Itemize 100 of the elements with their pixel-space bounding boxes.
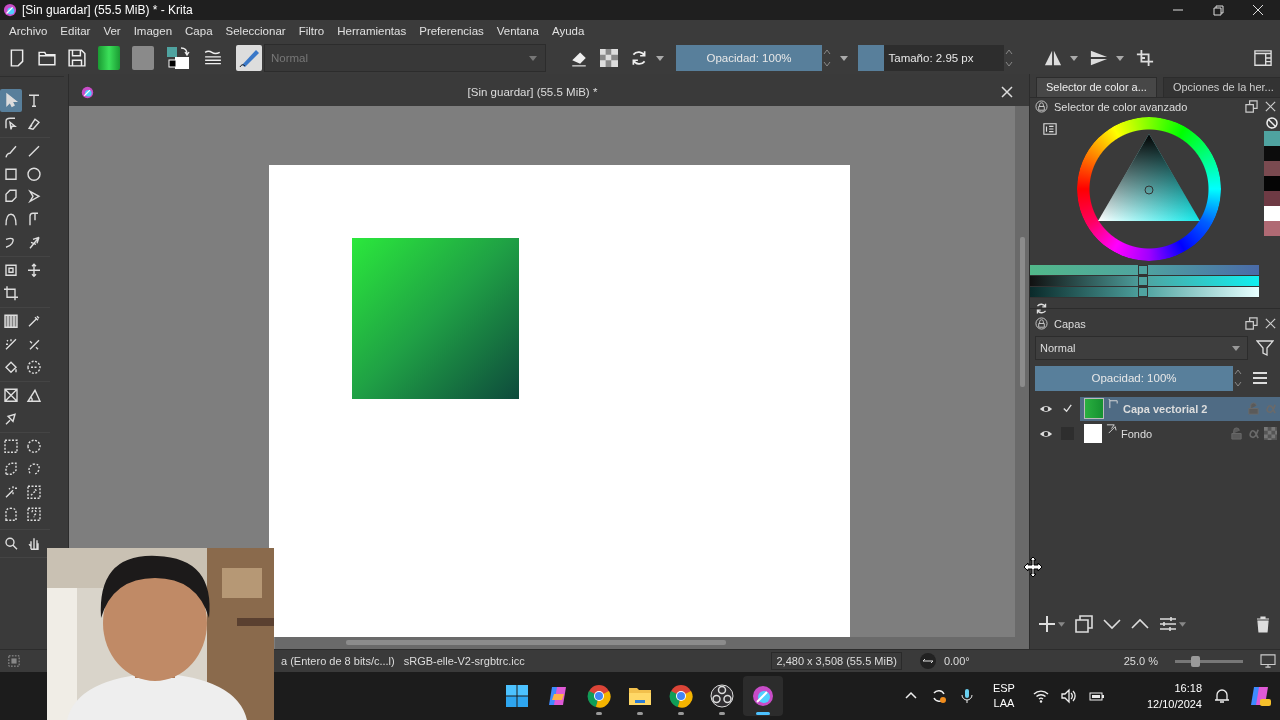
wrap-around-icon[interactable] [1136,49,1154,67]
color-slider[interactable] [1030,276,1259,287]
wifi-icon[interactable] [1032,688,1049,704]
float-icon[interactable] [1245,317,1258,330]
bell-icon[interactable] [1214,688,1230,704]
folder-icon[interactable] [38,49,56,67]
duplicate-icon[interactable] [1075,615,1093,633]
close-icon[interactable] [1264,317,1277,330]
layer-thumbnail [1084,424,1102,443]
clock[interactable]: 16:18 12/10/2024 [1146,680,1202,712]
close-icon[interactable] [1252,4,1264,16]
checker-icon[interactable] [1264,427,1277,440]
refresh-icon[interactable] [1035,302,1048,315]
close-icon[interactable] [1264,100,1277,113]
menu-item[interactable]: Seleccionar [225,25,286,37]
krita-icon[interactable] [751,684,775,708]
menu-item[interactable]: Archivo [9,25,48,37]
add-icon[interactable] [1038,615,1056,633]
vertical-scrollbar[interactable] [1015,106,1029,649]
selection-icon[interactable] [8,655,20,667]
taskbar-button[interactable] [743,676,783,716]
record-app-icon[interactable] [710,684,734,708]
color-swap-icon[interactable] [166,46,192,70]
save-icon[interactable] [68,49,86,67]
workspace-layout-icon[interactable] [1254,49,1272,67]
document-logo-icon [81,85,94,99]
properties-icon[interactable] [1159,615,1177,633]
volume-icon[interactable] [1060,688,1077,704]
menu-item[interactable]: Preferencias [419,25,484,37]
menu-item[interactable]: Ventana [496,25,539,37]
dock-tab[interactable]: Selector de color a... [1036,77,1157,97]
mirror-vertical-icon[interactable] [1090,49,1108,67]
language-indicator[interactable]: ESP LAA [992,681,1015,711]
caret-icon[interactable] [840,55,848,61]
copilot-icon[interactable] [1248,684,1272,708]
caret-icon[interactable] [1116,55,1124,61]
close-icon[interactable] [1001,86,1013,98]
color-swatch[interactable] [1264,221,1280,236]
brush-preview-icon[interactable] [236,45,262,71]
float-icon[interactable] [1245,100,1258,113]
menu-item[interactable]: Imagen [133,25,173,37]
resize-cursor-icon [1023,557,1043,577]
no-color-icon[interactable] [1265,116,1279,130]
opacity-slider[interactable]: Opacidad: 100% [1035,365,1233,391]
slider-handle[interactable] [1138,287,1149,297]
mirror-horizontal-icon[interactable] [1044,49,1062,67]
gradient-square[interactable] [352,238,519,399]
reload-icon[interactable] [630,49,648,67]
caret-icon[interactable] [1179,621,1186,627]
menu-icon[interactable] [1251,369,1269,387]
restore-icon[interactable] [1212,4,1224,16]
fit-screen-icon[interactable] [1260,654,1276,668]
caret-icon[interactable] [1070,55,1078,61]
color-swatch[interactable] [1264,161,1280,176]
color-swatch[interactable] [1264,146,1280,161]
color-slider[interactable] [1030,265,1259,276]
gradient-swatch[interactable] [98,46,120,70]
new-document-icon[interactable] [8,49,26,67]
pattern-swatch[interactable] [132,46,154,70]
layer-item[interactable]: Fondo [1080,421,1280,446]
color-slider[interactable] [1030,287,1259,298]
browser-icon[interactable] [669,684,693,708]
document-title: [Sin guardar] (55.5 MiB) * [466,86,599,98]
caret-icon[interactable] [1058,621,1065,627]
color-space-label: a (Entero de 8 bits/c...l) [281,655,395,667]
rotation-icon[interactable] [918,652,937,670]
menu-item[interactable]: Ver [103,25,121,37]
caret-icon[interactable] [656,55,664,61]
image-size-label: 2,480 x 3,508 (55.5 MiB) [771,652,902,670]
sync-icon[interactable] [930,688,947,704]
dock-tab[interactable]: Opciones de la her... [1162,77,1280,97]
blend-mode-dropdown[interactable]: Normal [1035,336,1248,360]
settings-icon[interactable] [1042,122,1058,136]
rotation-label: 0.00° [943,655,970,667]
menu-item[interactable]: Editar [60,25,91,37]
paint-layer-icon [1106,422,1117,434]
size-slider[interactable]: Tamaño: 2.95 px [858,45,1004,71]
color-swatch[interactable] [1264,206,1280,221]
checker-icon[interactable] [600,49,618,67]
filter-icon[interactable] [1256,339,1274,357]
color-swatch[interactable] [1264,176,1280,191]
microphone-icon[interactable] [958,688,975,704]
start-icon[interactable] [505,684,529,708]
menu-item[interactable]: Ayuda [552,25,585,37]
menu-item[interactable]: Herramientas [337,25,407,37]
brush-presets-icon[interactable] [204,49,222,67]
layer-checkbox[interactable] [1061,402,1074,415]
window-title: [Sin guardar] (55.5 MiB) * - Krita [22,3,193,17]
color-swatch[interactable] [1264,191,1280,206]
browser-icon[interactable] [587,684,611,708]
trash-icon[interactable] [1254,615,1272,633]
slider-handle[interactable] [1138,276,1149,286]
menu-item[interactable]: Filtro [298,25,325,37]
opacity-slider[interactable]: Opacidad: 100% [676,45,822,71]
color-swatch[interactable] [1264,131,1280,146]
pointer-tool-icon[interactable] [0,89,22,112]
slider-handle[interactable] [1138,265,1149,275]
horizontal-scrollbar[interactable] [275,637,1015,649]
slider-handle[interactable] [1191,655,1201,667]
menu-item[interactable]: Capa [185,25,213,37]
